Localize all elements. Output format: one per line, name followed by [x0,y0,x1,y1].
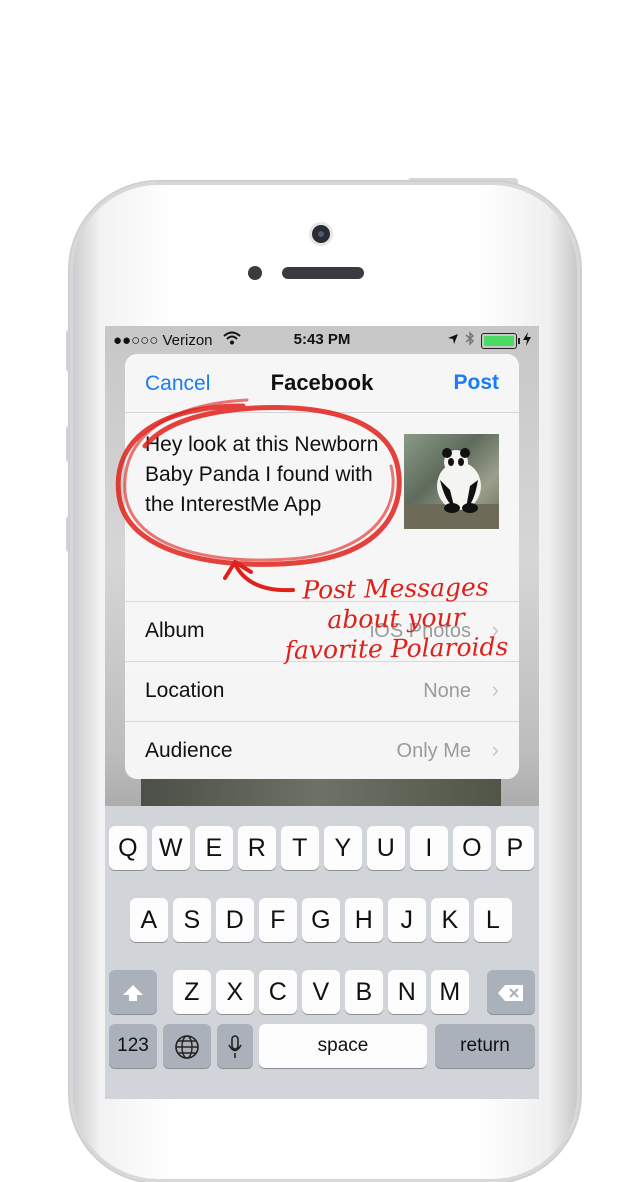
earpiece-speaker [282,267,364,279]
key-m[interactable]: M [431,970,469,1014]
key-k[interactable]: K [431,898,469,942]
phone-screen: ●●○○○ Verizon 5:43 PM Cancel Facebook Po… [105,326,539,1099]
key-b[interactable]: B [345,970,383,1014]
chevron-right-icon: › [491,677,499,702]
front-camera [312,225,330,243]
key-v[interactable]: V [302,970,340,1014]
microphone-icon [227,1032,243,1060]
key-r[interactable]: R [238,826,276,870]
annotation-text: Post Messages about your favorite Polaro… [250,571,539,666]
background-photo [141,778,501,806]
key-d[interactable]: D [216,898,254,942]
shift-arrow-icon [121,978,145,1006]
key-s[interactable]: S [173,898,211,942]
keyboard: QWERTYUIOP ASDFGHJKL ZXCVBNM 123 space r… [105,806,539,1099]
key-a[interactable]: A [130,898,168,942]
annotation-line-3: favorite Polaroids [284,632,509,665]
backspace-icon [497,978,525,1006]
key-e[interactable]: E [195,826,233,870]
key-z[interactable]: Z [173,970,211,1014]
key-u[interactable]: U [367,826,405,870]
key-n[interactable]: N [388,970,426,1014]
key-q[interactable]: Q [109,826,147,870]
globe-key[interactable] [163,1024,211,1068]
key-l[interactable]: L [474,898,512,942]
location-value: None [423,680,471,702]
dictation-key[interactable] [217,1024,253,1068]
key-h[interactable]: H [345,898,383,942]
key-g[interactable]: G [302,898,340,942]
key-o[interactable]: O [453,826,491,870]
key-p[interactable]: P [496,826,534,870]
location-row[interactable]: Location None › [125,661,519,721]
space-key[interactable]: space [259,1024,427,1068]
key-y[interactable]: Y [324,826,362,870]
location-label: Location [145,679,225,702]
key-f[interactable]: F [259,898,297,942]
chevron-right-icon: › [491,737,499,762]
globe-icon [174,1032,200,1060]
key-j[interactable]: J [388,898,426,942]
key-w[interactable]: W [152,826,190,870]
audience-value: Only Me [396,740,471,762]
return-key[interactable]: return [435,1024,535,1068]
key-i[interactable]: I [410,826,448,870]
audience-row[interactable]: Audience Only Me › [125,721,519,779]
key-t[interactable]: T [281,826,319,870]
audience-label: Audience [145,739,233,762]
proximity-sensor [248,266,262,280]
numbers-key[interactable]: 123 [109,1024,157,1068]
shift-key[interactable] [109,970,157,1014]
key-c[interactable]: C [259,970,297,1014]
key-x[interactable]: X [216,970,254,1014]
delete-key[interactable] [487,970,535,1014]
